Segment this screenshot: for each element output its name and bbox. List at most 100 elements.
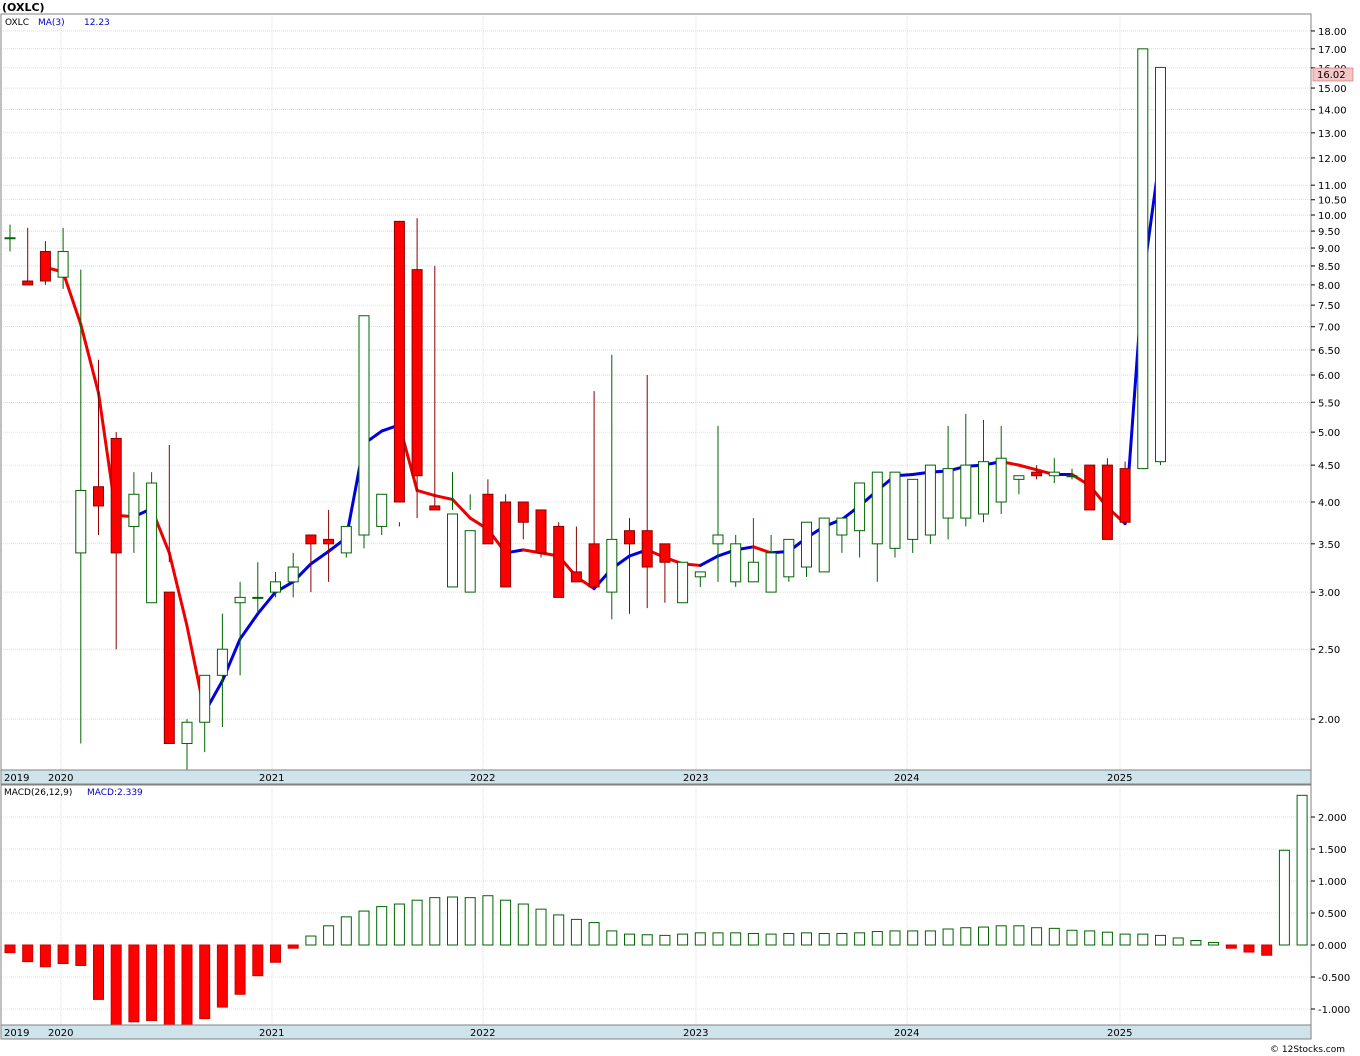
macd-bar bbox=[1278, 849, 1290, 946]
candle-body bbox=[942, 468, 954, 519]
price-tick-label: 2.00 bbox=[1318, 715, 1340, 726]
candle-body bbox=[181, 721, 193, 745]
macd-bar bbox=[624, 933, 635, 946]
macd-bar bbox=[1296, 794, 1308, 946]
candle-body bbox=[907, 478, 919, 540]
candle-body bbox=[588, 543, 600, 588]
macd-bar bbox=[1172, 937, 1184, 946]
macd-bar bbox=[553, 914, 565, 946]
candle-body bbox=[376, 493, 388, 527]
candle-body bbox=[641, 530, 653, 568]
ma-label: MA(3) bbox=[38, 18, 65, 28]
stock-chart: 2.00 2.50 3.00 3.50 4.00 4.50 5.00 5.50 6.00 6.50… bbox=[0, 1, 1354, 1055]
candle-body bbox=[252, 596, 264, 599]
price-tick-label: 8.00 bbox=[1318, 281, 1340, 292]
price-tick-label: 4.00 bbox=[1318, 498, 1340, 509]
candle-body bbox=[765, 552, 777, 593]
candle-body bbox=[730, 543, 742, 583]
candle-body bbox=[1137, 48, 1149, 470]
candle-body bbox=[924, 464, 936, 536]
candle-body bbox=[163, 591, 175, 745]
candle-body bbox=[199, 674, 211, 723]
macd-bar bbox=[340, 916, 352, 946]
macd-tick-label: 0.500 bbox=[1318, 909, 1347, 920]
candle-body bbox=[801, 521, 812, 568]
macd-tick-label: 0.000 bbox=[1318, 941, 1347, 952]
macd-year-label: 2022 bbox=[470, 1028, 495, 1039]
macd-bar bbox=[146, 944, 158, 1022]
macd-bar bbox=[907, 930, 919, 946]
macd-bar bbox=[765, 933, 777, 946]
price-tick-label: 12.00 bbox=[1318, 154, 1347, 165]
candle-body bbox=[712, 534, 724, 545]
macd-bar bbox=[110, 944, 122, 1026]
candle-body bbox=[1066, 475, 1078, 478]
ticker-label: OXLC bbox=[5, 18, 29, 28]
price-tick-label: 15.00 bbox=[1318, 84, 1347, 95]
candle-body bbox=[783, 538, 795, 578]
macd-year-label: 2019 bbox=[4, 1028, 29, 1039]
candle-body bbox=[1155, 66, 1166, 463]
macd-bar bbox=[1137, 933, 1149, 946]
macd-bar bbox=[39, 944, 51, 968]
candle-body bbox=[482, 493, 494, 545]
price-tick-label: 13.00 bbox=[1318, 129, 1347, 140]
macd-bar bbox=[1031, 927, 1043, 946]
macd-value-label: MACD:2.339 bbox=[87, 788, 143, 798]
macd-tick-label: -0.500 bbox=[1318, 973, 1350, 984]
candle-body bbox=[57, 251, 69, 278]
candle-body bbox=[447, 513, 458, 588]
macd-bar bbox=[801, 932, 812, 946]
price-tick-label: 5.50 bbox=[1318, 398, 1340, 409]
macd-bar bbox=[1066, 929, 1078, 946]
candle-body bbox=[517, 501, 529, 523]
ma-value: 12.23 bbox=[84, 18, 110, 28]
candle-body bbox=[1013, 475, 1025, 480]
price-tick-label: 18.00 bbox=[1318, 27, 1347, 38]
macd-year-label: 2020 bbox=[48, 1028, 73, 1039]
candle-body bbox=[305, 534, 317, 545]
candle-body bbox=[393, 220, 405, 503]
macd-bar bbox=[4, 944, 16, 954]
macd-bar bbox=[234, 944, 246, 995]
price-tick-label: 6.50 bbox=[1318, 346, 1340, 357]
price-tick-label: 5.00 bbox=[1318, 428, 1340, 439]
price-tick-label: 14.00 bbox=[1318, 106, 1347, 117]
macd-bar bbox=[358, 910, 370, 946]
candle-body bbox=[889, 471, 901, 549]
candle-body bbox=[978, 461, 989, 515]
macd-bar bbox=[163, 944, 175, 1027]
price-panel bbox=[0, 13, 1312, 771]
price-tick-label: 7.50 bbox=[1318, 301, 1340, 312]
macd-bar bbox=[393, 903, 405, 946]
macd-panel bbox=[0, 784, 1312, 1026]
candle-body bbox=[4, 237, 16, 240]
macd-year-label: 2024 bbox=[894, 1028, 919, 1039]
macd-bar bbox=[447, 896, 458, 946]
candle-body bbox=[606, 538, 618, 593]
macd-bar bbox=[588, 922, 600, 946]
chart-title: (OXLC) bbox=[2, 1, 45, 14]
candle-body bbox=[1031, 471, 1043, 477]
price-tick-label: 10.50 bbox=[1318, 196, 1347, 207]
price-year-label: 2022 bbox=[470, 773, 495, 784]
candle-body bbox=[995, 457, 1007, 503]
price-y-axis: 2.00 2.50 3.00 3.50 4.00 4.50 5.00 5.50 6.00 6.50… bbox=[1311, 27, 1347, 726]
candle-body bbox=[39, 251, 51, 282]
candle-body bbox=[960, 464, 972, 519]
candle-body bbox=[429, 505, 441, 511]
macd-bar bbox=[960, 927, 972, 946]
candle-body bbox=[216, 648, 228, 676]
candle-body bbox=[411, 269, 423, 477]
macd-bar bbox=[1261, 944, 1273, 956]
watermark: © 12Stocks.com bbox=[1270, 1045, 1345, 1055]
macd-tick-label: 2.000 bbox=[1318, 813, 1347, 824]
macd-bar bbox=[606, 930, 618, 946]
macd-bar bbox=[1048, 927, 1060, 946]
candle-body bbox=[570, 571, 582, 583]
macd-bar bbox=[500, 899, 512, 946]
candle-body bbox=[854, 482, 866, 532]
candle-body bbox=[270, 581, 281, 593]
macd-tick-label: 1.000 bbox=[1318, 877, 1347, 888]
macd-bar bbox=[411, 899, 423, 946]
